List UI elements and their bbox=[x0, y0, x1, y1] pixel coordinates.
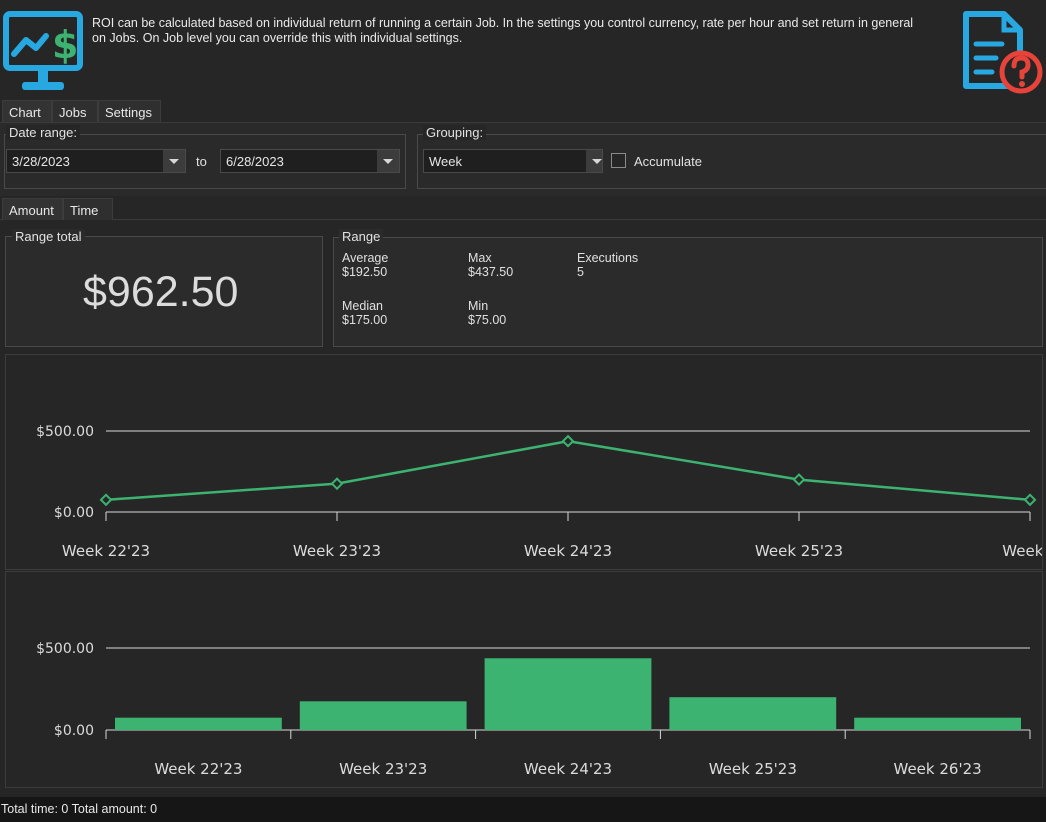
data-point bbox=[330, 477, 344, 491]
line-chart: $0.00 $500.00 Week 22'23 Week 23'23 Week 24'… bbox=[36, 424, 1046, 560]
max-value: $437.50 bbox=[468, 265, 514, 279]
tab-settings-label: Settings bbox=[105, 105, 152, 120]
bar-chart: $0.00 $500.00 Week 22'23 Week 23'23 Week 24'… bbox=[36, 641, 1031, 778]
line-chart-panel: $0.00 $500.00 Week 22'23 Week 23'23 Week 24'… bbox=[5, 354, 1046, 570]
x-tick-label: Week 25'23 bbox=[755, 542, 843, 560]
tab-jobs[interactable]: Jobs bbox=[52, 100, 98, 122]
document-help-icon[interactable] bbox=[958, 8, 1044, 94]
x-tick-label: Week 22'23 bbox=[62, 542, 150, 560]
date-range-title: Date range: bbox=[6, 125, 80, 140]
data-point bbox=[1023, 493, 1037, 507]
bar bbox=[854, 717, 1021, 730]
grouping-select[interactable]: Week bbox=[423, 149, 603, 173]
max-label: Max bbox=[468, 251, 492, 265]
tab-jobs-label: Jobs bbox=[59, 105, 87, 120]
status-text: Total time: 0 Total amount: 0 bbox=[1, 802, 158, 816]
date-to-value: 6/28/2023 bbox=[226, 154, 284, 169]
bar bbox=[299, 701, 467, 730]
range-stats-panel bbox=[333, 237, 1043, 347]
x-tick-label: Week 23'23 bbox=[293, 542, 381, 560]
svg-text:$: $ bbox=[52, 23, 78, 67]
to-label: to bbox=[196, 154, 207, 169]
header: $ ROI can be calculated based on individ… bbox=[0, 0, 1046, 100]
x-tick-label: Week 25'23 bbox=[709, 760, 797, 778]
min-label: Min bbox=[468, 299, 489, 313]
bar bbox=[669, 697, 837, 730]
range-total-value: $962.50 bbox=[83, 268, 239, 316]
series-line bbox=[105, 439, 1031, 502]
chevron-down-icon[interactable] bbox=[586, 150, 602, 172]
x-tick-label: Week 2 bbox=[1002, 542, 1042, 560]
average-label: Average bbox=[342, 251, 389, 265]
min-value: $75.00 bbox=[468, 313, 507, 327]
x-tick-label: Week 22'23 bbox=[154, 760, 242, 778]
chevron-down-icon[interactable] bbox=[377, 150, 399, 172]
filters-panel: Date range: 3/28/2023 to 6/28/2023 Group… bbox=[0, 122, 1046, 196]
bar bbox=[115, 717, 282, 730]
x-tick-label: Week 23'23 bbox=[339, 760, 427, 778]
data-point bbox=[561, 434, 575, 448]
date-from-picker[interactable]: 3/28/2023 bbox=[6, 149, 186, 173]
tab-time[interactable]: Time bbox=[63, 198, 113, 220]
tab-amount-label: Amount bbox=[9, 203, 54, 218]
executions-value: 5 bbox=[577, 265, 584, 279]
tab-time-label: Time bbox=[70, 203, 99, 218]
x-tick-label: Week 24'23 bbox=[524, 760, 612, 778]
x-tick-label: Week 24'23 bbox=[524, 542, 612, 560]
median-value: $175.00 bbox=[342, 313, 388, 327]
date-to-picker[interactable]: 6/28/2023 bbox=[220, 149, 400, 173]
y-tick-label: $500.00 bbox=[36, 641, 94, 657]
chevron-down-icon[interactable] bbox=[163, 150, 185, 172]
x-tick-label: Week 26'23 bbox=[894, 760, 982, 778]
average-value: $192.50 bbox=[342, 265, 388, 279]
tab-chart[interactable]: Chart bbox=[2, 100, 52, 122]
info-text: ROI can be calculated based on individua… bbox=[92, 16, 914, 45]
median-label: Median bbox=[342, 299, 383, 313]
executions-label: Executions bbox=[577, 251, 639, 265]
tab-amount[interactable]: Amount bbox=[2, 198, 63, 220]
accumulate-checkbox[interactable] bbox=[611, 153, 626, 168]
y-tick-label: $0.00 bbox=[54, 723, 94, 739]
data-point bbox=[99, 493, 113, 507]
sub-tabstrip: Amount Time bbox=[0, 198, 1046, 220]
grouping-value: Week bbox=[429, 154, 462, 169]
monitor-dollar-icon: $ bbox=[3, 11, 83, 90]
date-from-value: 3/28/2023 bbox=[12, 154, 70, 169]
y-tick-label: $0.00 bbox=[54, 505, 94, 521]
status-bar: Total time: 0 Total amount: 0 bbox=[0, 797, 1046, 822]
data-point bbox=[792, 473, 806, 487]
accumulate-label: Accumulate bbox=[634, 154, 702, 169]
y-tick-label: $500.00 bbox=[36, 424, 94, 440]
range-total-title: Range total bbox=[12, 229, 85, 244]
bar bbox=[484, 658, 652, 730]
main-tabstrip: Chart Jobs Settings bbox=[0, 100, 1046, 122]
tab-settings[interactable]: Settings bbox=[98, 100, 161, 122]
bar-chart-panel: $0.00 $500.00 Week 22'23 Week 23'23 Week 24'… bbox=[5, 571, 1043, 788]
tab-chart-label: Chart bbox=[9, 105, 41, 120]
range-stats-title: Range bbox=[339, 229, 384, 244]
grouping-title: Grouping: bbox=[423, 125, 487, 140]
